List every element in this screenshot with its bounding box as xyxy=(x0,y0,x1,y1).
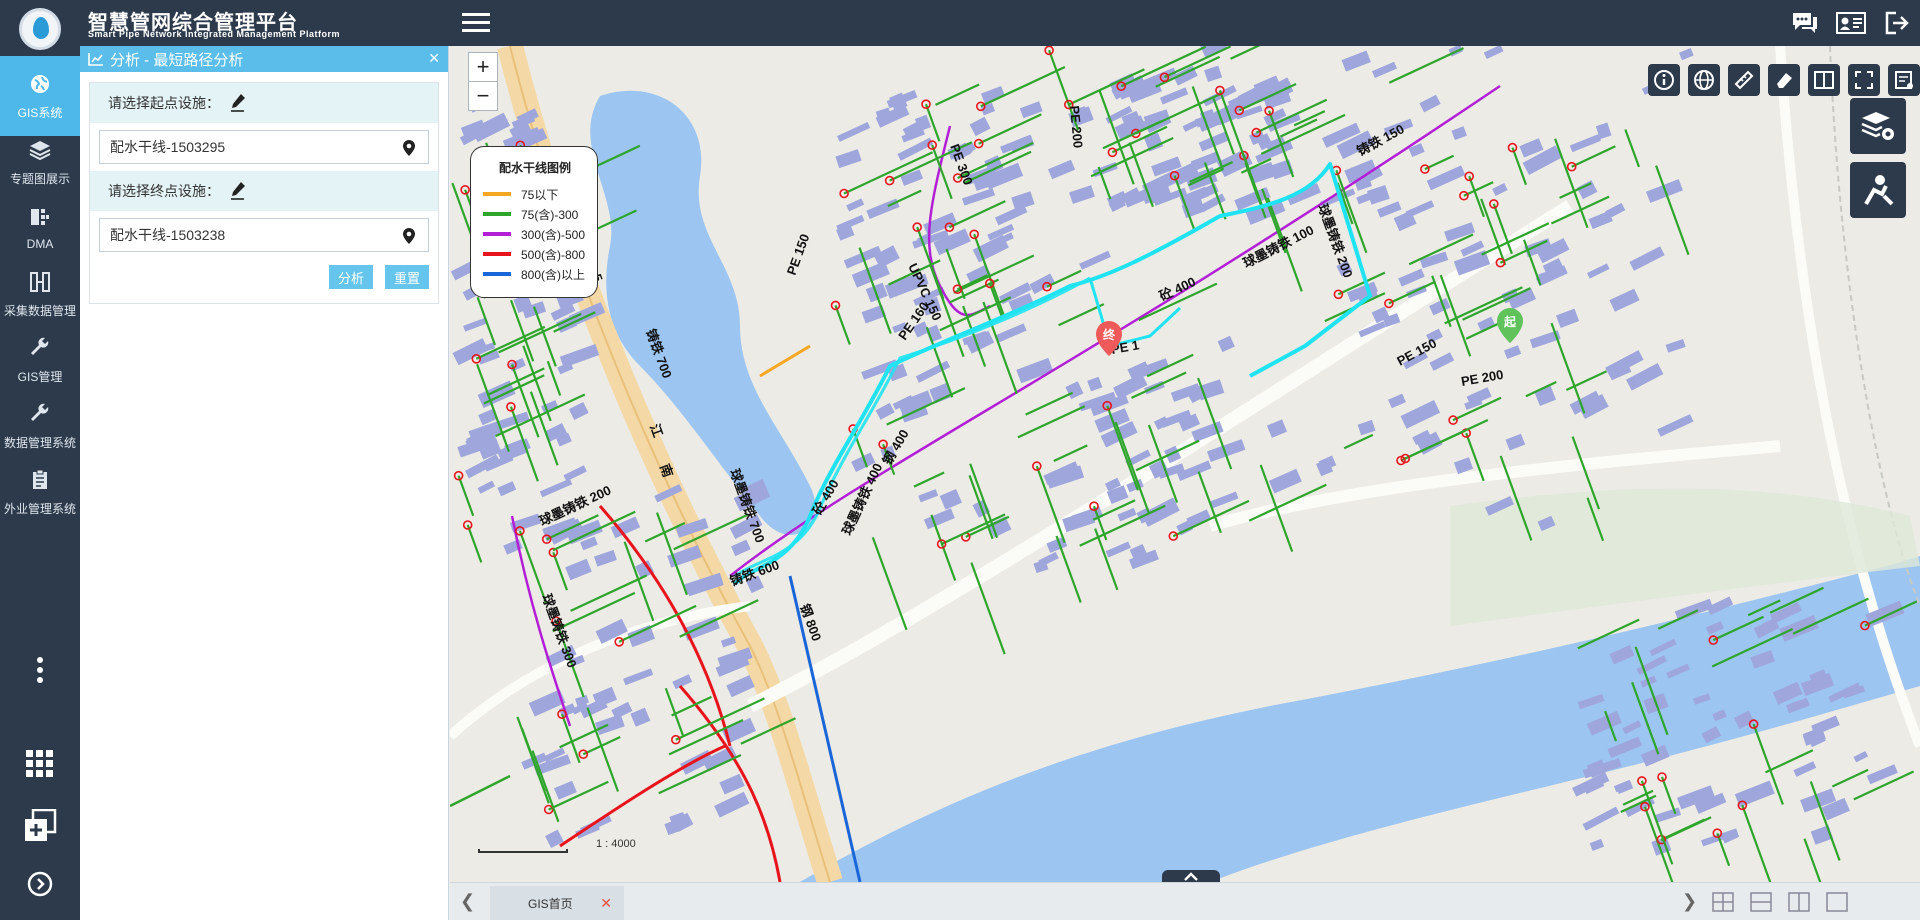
tab-next-chevron-icon[interactable]: ❯ xyxy=(1682,891,1697,912)
map-pin-icon[interactable] xyxy=(402,227,416,245)
wrench-icon xyxy=(31,403,49,421)
layers-icon xyxy=(29,140,51,160)
logout-icon[interactable] xyxy=(1874,0,1920,46)
end-facility-field-wrap: 配水干线-1503238 xyxy=(90,211,438,259)
chart-analysis-icon xyxy=(88,53,103,66)
zoom-in-button[interactable]: + xyxy=(468,52,498,82)
legend-item: 500(含)-800 xyxy=(483,244,587,264)
ruler-icon[interactable] xyxy=(1728,64,1760,96)
map-canvas[interactable]: G 2 0 5 江 南 PE 150 PE 300 PE 200 UPVC 15… xyxy=(450,46,1920,882)
top-actions xyxy=(1782,0,1920,46)
nav-label-data-collection: 采集数据管理 xyxy=(3,303,76,318)
start-facility-label: 请选择起点设施： xyxy=(108,95,220,111)
pipe-label: 球墨铸铁 400 xyxy=(839,461,885,537)
hamburger-menu-icon[interactable] xyxy=(462,10,492,36)
pipe-label: PE 200 xyxy=(1460,367,1505,389)
add-window-icon[interactable] xyxy=(20,806,60,846)
tab-prev-chevron-icon[interactable]: ❮ xyxy=(460,891,475,912)
print-settings-icon[interactable] xyxy=(1888,64,1920,96)
nav-item-field-work[interactable]: 外业管理系统 xyxy=(0,452,80,532)
panel-body: 请选择起点设施： 配水干线-1503295 请选择终点设施： 配水干线-1503… xyxy=(89,82,439,304)
legend-item: 300(含)-500 xyxy=(483,224,587,244)
top-bar: 智慧管网综合管理平台 Smart Pipe Network Integrated… xyxy=(80,0,1920,46)
split-view-icon[interactable] xyxy=(1808,64,1840,96)
legend-item: 800(含)以上 xyxy=(483,264,587,284)
info-icon[interactable] xyxy=(1648,64,1680,96)
pick-start-pencil-icon[interactable] xyxy=(230,93,246,113)
map-view[interactable]: G 2 0 5 江 南 PE 150 PE 300 PE 200 UPVC 15… xyxy=(450,46,1920,882)
pipe-label: PE 160 xyxy=(895,299,932,343)
globe-icon[interactable] xyxy=(1688,64,1720,96)
globe-icon xyxy=(31,74,49,93)
end-facility-section: 请选择终点设施： xyxy=(90,171,438,211)
pipe-label: PE 200 xyxy=(1067,105,1086,149)
tab-gis-home[interactable]: GIS首页 ✕ xyxy=(490,886,624,920)
pipe-legend: 配水干线图例 75以下 75(含)-300 300(含)-500 500(含)-… xyxy=(470,146,598,298)
legend-item: 75以下 xyxy=(483,184,587,204)
start-facility-section: 请选择起点设施： xyxy=(90,83,438,123)
pipe-label: 砼 400 xyxy=(810,477,842,518)
wrench-icon xyxy=(31,337,49,355)
user-card-icon[interactable] xyxy=(1828,0,1874,46)
start-marker-label: 起 xyxy=(1503,314,1517,329)
layout-quad-icon[interactable] xyxy=(1712,892,1734,912)
close-icon[interactable]: ✕ xyxy=(428,50,440,67)
end-marker-label: 终 xyxy=(1103,327,1116,342)
end-facility-value: 配水干线-1503238 xyxy=(110,227,226,243)
start-facility-value: 配水干线-1503295 xyxy=(110,139,226,155)
data-collection-icon xyxy=(30,271,50,292)
dma-icon xyxy=(31,209,49,225)
bottom-panel-toggle[interactable] xyxy=(1162,870,1220,882)
map-toolbar xyxy=(1640,64,1920,96)
zoom-out-button[interactable]: − xyxy=(468,81,498,111)
tab-close-icon[interactable]: ✕ xyxy=(600,895,612,912)
scale-text: 1 : 4000 xyxy=(596,838,636,850)
start-facility-field-wrap: 配水干线-1503295 xyxy=(90,123,438,171)
lake-water xyxy=(590,90,816,535)
analysis-panel: 分析 - 最短路径分析 ✕ 请选择起点设施： 配水干线-1503295 请选择终… xyxy=(80,46,449,920)
nav-label-dma: DMA xyxy=(26,237,54,251)
layer-settings-icon[interactable] xyxy=(1850,98,1906,154)
nav-label-gis: GIS系统 xyxy=(17,105,63,120)
chat-icon[interactable] xyxy=(1782,0,1828,46)
expand-circle-icon[interactable] xyxy=(20,864,60,904)
nav-label-thematic-map: 专题图展示 xyxy=(9,171,70,186)
panel-title: 分析 - 最短路径分析 xyxy=(110,51,244,69)
panel-header: 分析 - 最短路径分析 ✕ xyxy=(80,46,448,72)
map-pin-icon[interactable] xyxy=(402,139,416,157)
left-nav: GIS系统 专题图展示 DMA 采集数据管理 GIS管理 数据管理系统 外业管理… xyxy=(0,0,80,920)
fullscreen-icon[interactable] xyxy=(1848,64,1880,96)
apps-grid-icon[interactable] xyxy=(20,744,60,784)
more-icon[interactable] xyxy=(20,650,60,690)
logo-icon xyxy=(19,8,61,50)
pipe-label: 砼 400 xyxy=(1157,274,1198,304)
end-facility-label: 请选择终点设施： xyxy=(108,183,220,199)
legend-item: 75(含)-300 xyxy=(483,204,587,224)
layout-horizontal-split-icon[interactable] xyxy=(1750,892,1772,912)
tab-bar: ❮ GIS首页 ✕ ❯ xyxy=(450,882,1920,920)
app-subtitle: Smart Pipe Network Integrated Management… xyxy=(88,29,341,39)
start-facility-input[interactable]: 配水干线-1503295 xyxy=(99,130,429,164)
start-marker[interactable]: 起 xyxy=(1497,308,1523,343)
clipboard-icon xyxy=(33,469,47,489)
eraser-icon[interactable] xyxy=(1768,64,1800,96)
nav-label-data-management: 数据管理系统 xyxy=(3,435,76,450)
pick-end-pencil-icon[interactable] xyxy=(230,181,246,201)
shortest-path xyxy=(733,162,1372,586)
panel-buttons: 分析 重置 xyxy=(90,259,438,303)
pipe-analysis-tool-icon[interactable] xyxy=(1850,162,1906,218)
app-root: GIS系统 专题图展示 DMA 采集数据管理 GIS管理 数据管理系统 外业管理… xyxy=(0,0,1920,920)
analyze-button[interactable]: 分析 xyxy=(329,265,373,289)
layout-vertical-split-icon[interactable] xyxy=(1788,892,1810,912)
nav-label-gis-admin: GIS管理 xyxy=(17,369,63,384)
nav-label-field-work: 外业管理系统 xyxy=(3,501,76,516)
end-facility-input[interactable]: 配水干线-1503238 xyxy=(99,218,429,252)
legend-title: 配水干线图例 xyxy=(498,161,571,175)
layout-single-icon[interactable] xyxy=(1826,892,1848,912)
reset-button[interactable]: 重置 xyxy=(385,265,429,289)
tab-label: GIS首页 xyxy=(528,896,573,911)
pipe-label: PE 150 xyxy=(784,232,813,277)
